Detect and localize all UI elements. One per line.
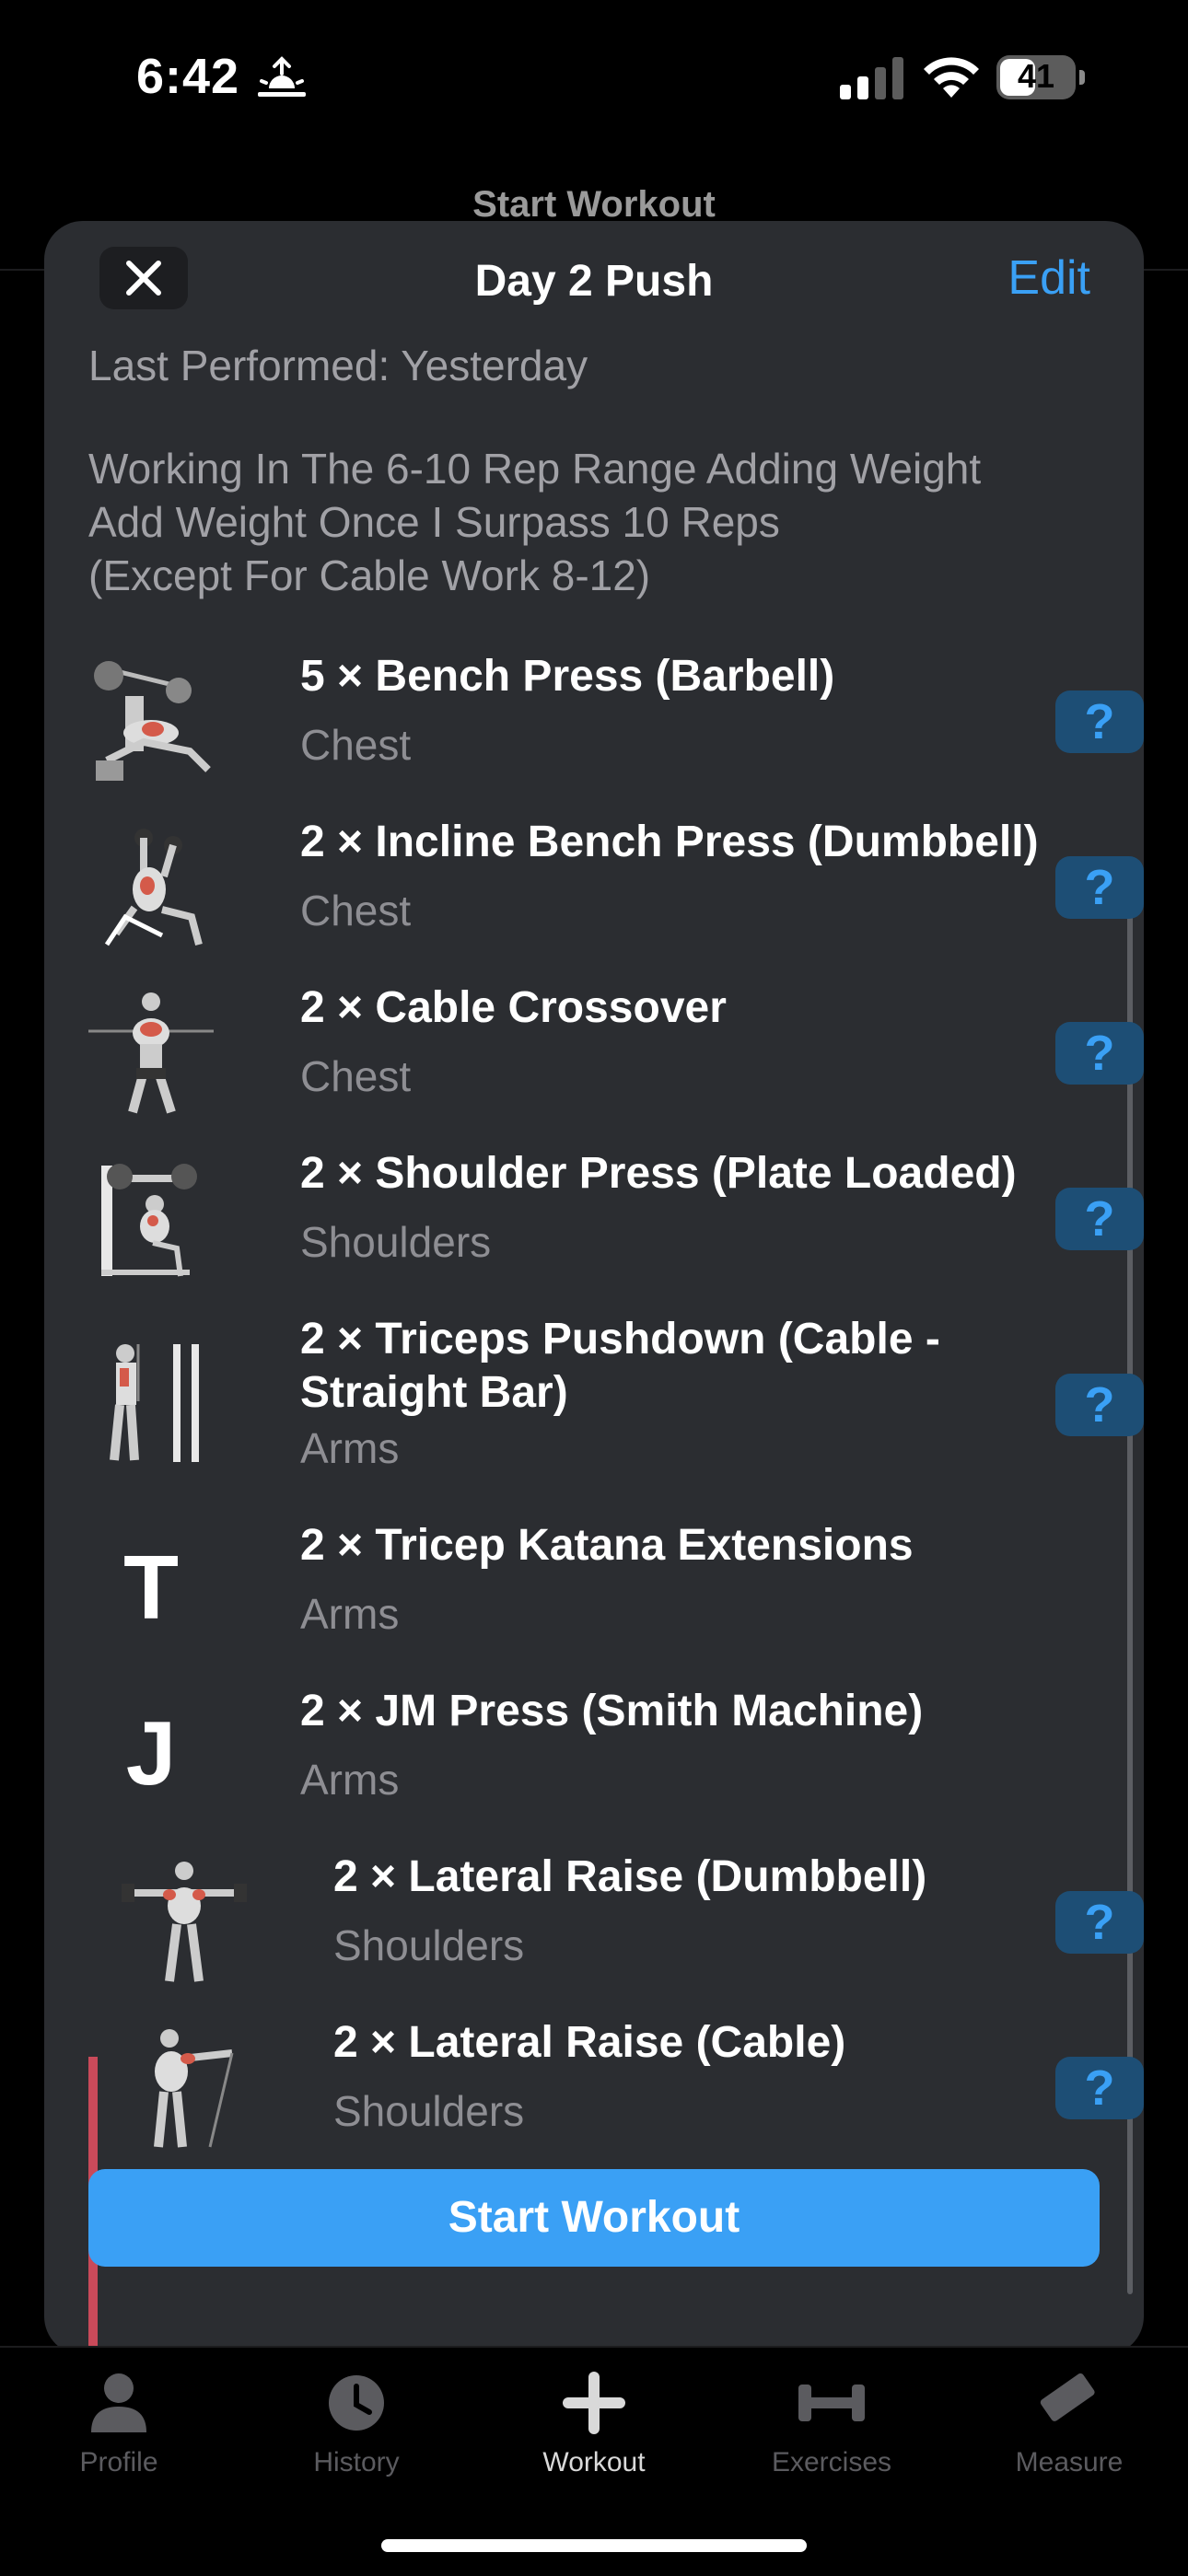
last-performed: Last Performed: Yesterday <box>88 342 588 389</box>
person-icon <box>91 2373 146 2432</box>
lateral-raise-dumbbell-illustration <box>122 1862 247 1982</box>
exercise-row[interactable]: 2 × Triceps Pushdown (Cable - Straight B… <box>88 1313 1144 1519</box>
help-button[interactable]: ? <box>1055 1374 1144 1436</box>
exercise-row[interactable]: 2 × Lateral Raise (Cable) Shoulders ? <box>122 2016 1144 2182</box>
notes-line: (Except For Cable Work 8-12) <box>88 551 651 599</box>
tab-exercises[interactable]: Exercises <box>713 2366 950 2478</box>
exercise-category: Shoulders <box>333 2087 525 2135</box>
exercise-category: Arms <box>300 1756 400 1804</box>
exercise-row[interactable]: 2 × Cable Crossover Chest ? <box>88 981 1144 1147</box>
sheet-title: Day 2 Push <box>474 257 714 306</box>
exercise-category: Chest <box>300 1052 412 1100</box>
tab-label: Exercises <box>771 2447 892 2477</box>
tab-label: History <box>313 2447 400 2477</box>
lateral-raise-cable-illustration <box>154 2029 234 2148</box>
exercise-initial: T <box>123 1537 179 1638</box>
exercise-name: 2 × Shoulder Press (Plate Loaded) <box>300 1149 1017 1198</box>
exercise-name: 2 × Lateral Raise (Dumbbell) <box>333 1852 927 1901</box>
home-indicator[interactable] <box>381 2539 807 2552</box>
exercise-category: Shoulders <box>333 1921 525 1969</box>
battery-icon: 41 <box>996 55 1085 99</box>
tab-history[interactable]: History <box>238 2366 475 2478</box>
background-title: Start Workout <box>472 184 716 225</box>
exercise-row[interactable]: 5 × Bench Press (Barbell) Chest ? <box>88 650 1144 816</box>
exercise-name: 2 × Cable Crossover <box>300 983 727 1032</box>
exercise-category: Chest <box>300 887 412 934</box>
exercise-name: 2 × Triceps Pushdown (Cable - Straight B… <box>300 1315 940 1417</box>
exercise-row[interactable]: J 2 × JM Press (Smith Machine) Arms <box>88 1685 1144 1851</box>
notes-line: Add Weight Once I Surpass 10 Reps <box>88 498 780 546</box>
clock-icon <box>329 2375 384 2431</box>
help-button[interactable]: ? <box>1055 856 1144 919</box>
exercise-initial: J <box>125 1702 177 1804</box>
signal-icon <box>840 57 903 99</box>
help-button[interactable]: ? <box>1055 2057 1144 2119</box>
exercise-name: 2 × Incline Bench Press (Dumbbell) <box>300 818 1039 866</box>
template-notes: Working In The 6-10 Rep Range Adding Wei… <box>88 442 1101 602</box>
exercise-row[interactable]: 2 × Incline Bench Press (Dumbbell) Chest… <box>88 816 1144 981</box>
help-button[interactable]: ? <box>1055 690 1144 753</box>
edit-button[interactable]: Edit <box>1007 250 1090 306</box>
incline-press-illustration <box>104 829 203 946</box>
exercise-row[interactable]: 2 × Lateral Raise (Dumbbell) Shoulders ? <box>122 1851 1144 2016</box>
tab-label: Profile <box>79 2447 158 2477</box>
exercise-name: 2 × Lateral Raise (Cable) <box>333 2018 846 2067</box>
shoulder-press-illustration <box>101 1164 197 1277</box>
battery-level: 41 <box>1017 57 1055 95</box>
triceps-pushdown-illustration <box>110 1344 199 1462</box>
exercise-category: Arms <box>300 1590 400 1638</box>
dumbbell-icon <box>798 2385 865 2421</box>
status-time: 6:42 <box>136 49 240 104</box>
start-workout-button[interactable]: Start Workout <box>88 2169 1100 2267</box>
ruler-icon <box>1040 2373 1095 2421</box>
exercise-name: 2 × Tricep Katana Extensions <box>300 1521 914 1570</box>
notes-line: Working In The 6-10 Rep Range Adding Wei… <box>88 445 982 493</box>
bench-press-illustration <box>94 661 211 781</box>
plus-icon <box>563 2372 625 2434</box>
exercise-row[interactable]: 2 × Shoulder Press (Plate Loaded) Should… <box>88 1147 1144 1313</box>
exercise-row[interactable]: T 2 × Tricep Katana Extensions Arms <box>88 1519 1144 1685</box>
exercise-list: 5 × Bench Press (Barbell) Chest ? 2 × In… <box>44 650 1144 2346</box>
wifi-icon <box>924 57 979 98</box>
help-button[interactable]: ? <box>1055 1188 1144 1250</box>
workout-template-sheet: Day 2 Push Edit Last Performed: Yesterda… <box>44 221 1144 2355</box>
tab-measure[interactable]: Measure <box>950 2366 1188 2478</box>
exercise-category: Arms <box>300 1424 400 1472</box>
tab-label: Workout <box>542 2447 646 2477</box>
exercise-category: Shoulders <box>300 1218 492 1266</box>
status-bar: 6:42 41 <box>0 0 1188 138</box>
exercise-category: Chest <box>300 721 412 769</box>
exercise-name: 2 × JM Press (Smith Machine) <box>300 1687 924 1735</box>
help-button[interactable]: ? <box>1055 1891 1144 1954</box>
tab-label: Measure <box>1015 2447 1124 2477</box>
exercise-name: 5 × Bench Press (Barbell) <box>300 652 835 701</box>
help-button[interactable]: ? <box>1055 1022 1144 1085</box>
tab-profile[interactable]: Profile <box>0 2366 238 2478</box>
sunrise-icon <box>258 56 306 97</box>
tab-workout[interactable]: Workout <box>475 2366 713 2478</box>
cable-crossover-illustration <box>88 992 214 1114</box>
